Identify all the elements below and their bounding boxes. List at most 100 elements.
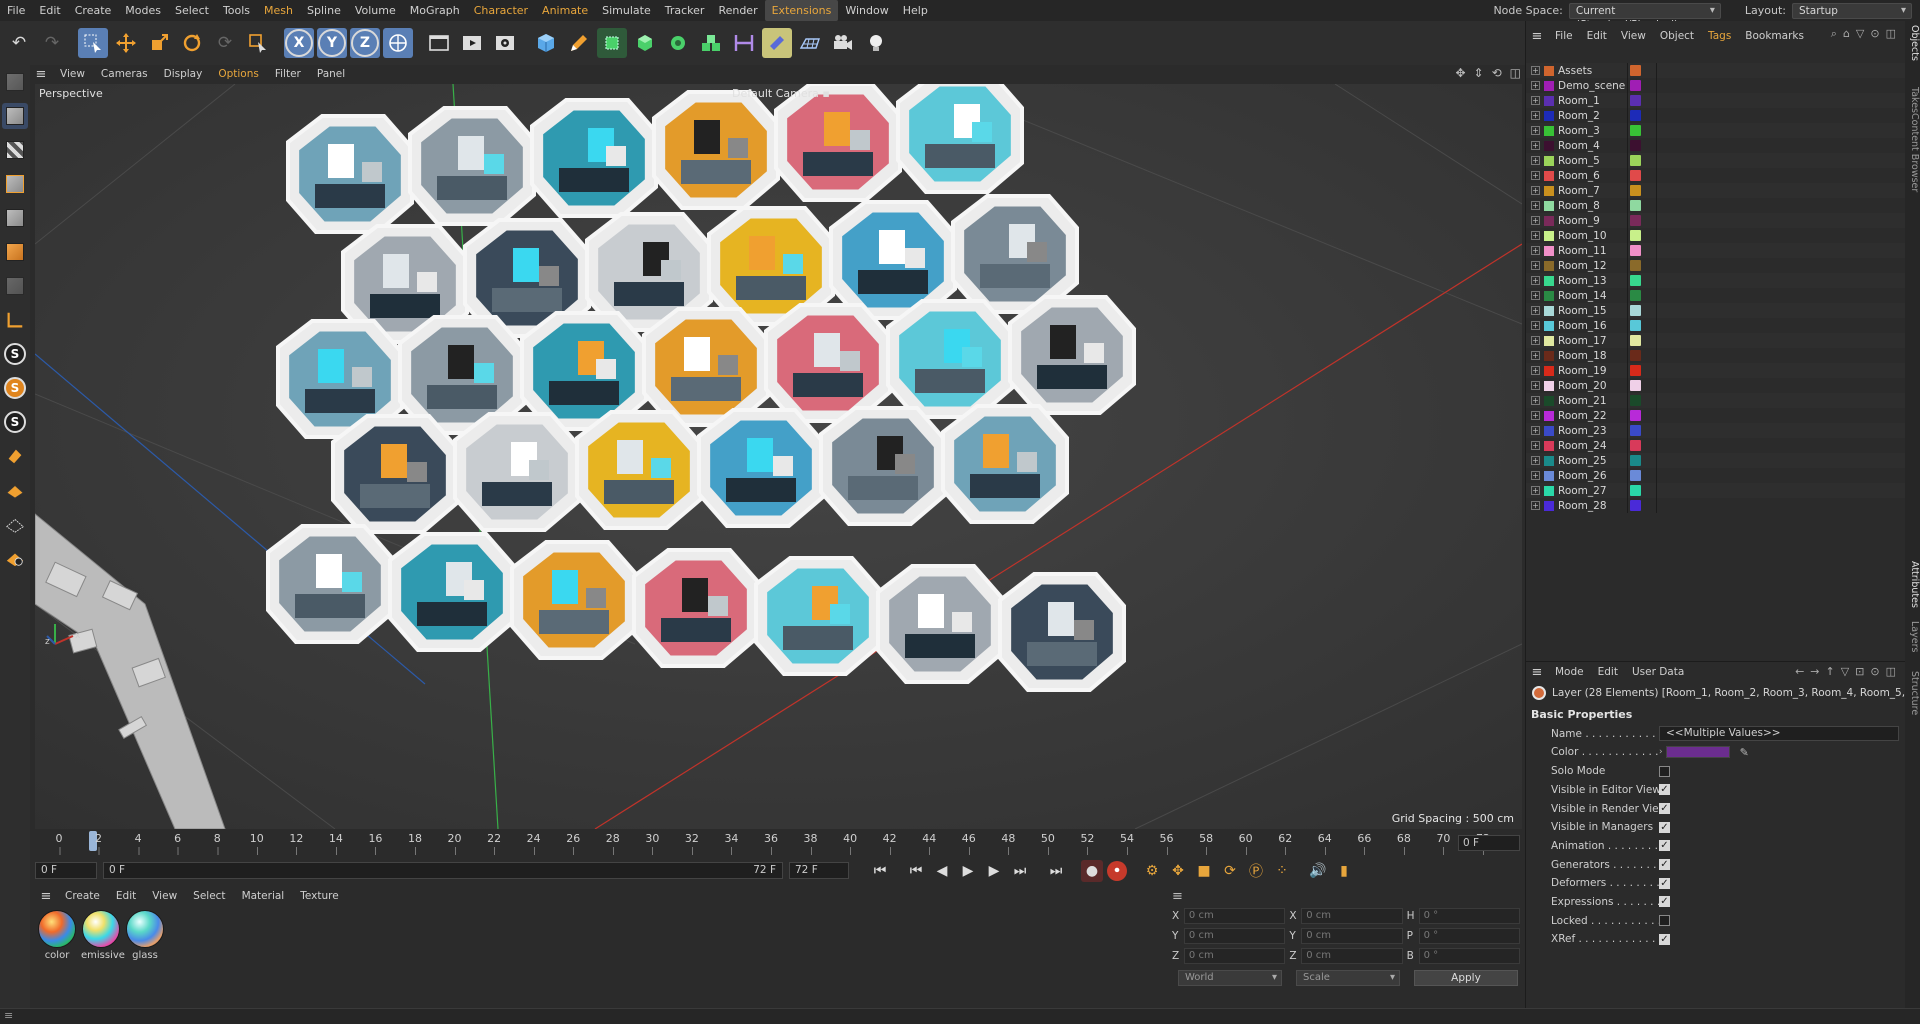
menu-render[interactable]: Render: [711, 0, 764, 21]
rotation-field[interactable]: 0 °: [1418, 948, 1520, 964]
record-active-icon[interactable]: ●: [1081, 859, 1103, 882]
pen-spline-icon[interactable]: [564, 28, 594, 58]
scale-tool-icon[interactable]: [144, 28, 174, 58]
menu-spline[interactable]: Spline: [300, 0, 348, 21]
render-settings-icon[interactable]: [490, 28, 520, 58]
undo-icon[interactable]: ↶: [4, 28, 34, 58]
expand-toggle[interactable]: +: [1531, 261, 1540, 270]
object-name[interactable]: Room_19: [1558, 365, 1622, 377]
attribute-menu-user-data[interactable]: User Data: [1625, 666, 1691, 678]
object-row-room-26[interactable]: + Room_26: [1526, 468, 1906, 483]
object-name[interactable]: Room_4: [1558, 140, 1622, 152]
layer-color-swatch[interactable]: [1630, 395, 1641, 406]
layer-color-swatch[interactable]: [1630, 185, 1641, 196]
object-row-room-19[interactable]: + Room_19: [1526, 363, 1906, 378]
layer-color-swatch[interactable]: [1630, 455, 1641, 466]
menu-extensions[interactable]: Extensions: [764, 0, 839, 21]
attribute-nav-icons[interactable]: ←→↑▽⊡⊙◫: [1795, 665, 1902, 678]
expand-toggle[interactable]: +: [1531, 126, 1540, 135]
camera-icon[interactable]: [828, 28, 858, 58]
object-row-room-22[interactable]: + Room_22: [1526, 408, 1906, 423]
layer-color-swatch[interactable]: [1630, 365, 1641, 376]
object-row-room-4[interactable]: + Room_4: [1526, 138, 1906, 153]
object-name[interactable]: Room_14: [1558, 290, 1622, 302]
object-name[interactable]: Room_17: [1558, 335, 1622, 347]
option-checkbox[interactable]: ✓: [1659, 933, 1670, 945]
start-frame-field[interactable]: 0 F: [35, 862, 97, 879]
layer-color-swatch[interactable]: [1630, 275, 1641, 286]
object-name[interactable]: Room_18: [1558, 350, 1622, 362]
object-name[interactable]: Room_5: [1558, 155, 1622, 167]
object-row-room-10[interactable]: + Room_10: [1526, 228, 1906, 243]
layer-color-swatch[interactable]: [1630, 470, 1641, 481]
next-frame-icon[interactable]: ▶: [983, 860, 1005, 882]
viewport-menu-options[interactable]: Options: [210, 68, 267, 80]
material-color[interactable]: color: [37, 908, 77, 1006]
object-row-room-20[interactable]: + Room_20: [1526, 378, 1906, 393]
option-checkbox[interactable]: [1659, 915, 1670, 927]
rotation-field[interactable]: 0 °: [1418, 908, 1520, 924]
prev-frame-icon[interactable]: ◀: [931, 860, 953, 882]
layer-color-swatch[interactable]: [1630, 155, 1641, 166]
node-space-dropdown[interactable]: Current (Standard/Physical): [1568, 2, 1721, 31]
lock-workplane-icon[interactable]: [2, 511, 28, 537]
object-name[interactable]: Room_27: [1558, 485, 1622, 497]
expand-toggle[interactable]: +: [1531, 201, 1540, 210]
layer-color-swatch[interactable]: [1630, 80, 1641, 91]
layer-color-swatch[interactable]: [1630, 425, 1641, 436]
option-checkbox[interactable]: ✓: [1659, 784, 1670, 796]
material-emissive[interactable]: emissive: [81, 908, 125, 1006]
expand-toggle[interactable]: +: [1531, 381, 1540, 390]
layer-color-swatch[interactable]: [1630, 290, 1641, 301]
menu-mesh[interactable]: Mesh: [257, 0, 300, 21]
go-to-end-icon[interactable]: ⏭: [1045, 860, 1067, 882]
object-name[interactable]: Demo_scene: [1558, 80, 1625, 92]
material-menu-edit[interactable]: Edit: [108, 890, 144, 902]
timeline-ruler[interactable]: 0 2 4 6 8 10 12 14 16 18 20 22 24 26 28 30 32 34 36 38 40 42 4…: [35, 829, 1522, 857]
side-tab-objects[interactable]: Objects: [1905, 25, 1920, 61]
expand-toggle[interactable]: +: [1531, 351, 1540, 360]
material-menu-select[interactable]: Select: [185, 890, 233, 902]
lasso-select-icon[interactable]: [243, 28, 273, 58]
coordinate-system-icon[interactable]: [383, 28, 413, 58]
layer-color-swatch[interactable]: [1630, 380, 1641, 391]
expand-toggle[interactable]: +: [1531, 66, 1540, 75]
side-tab-layers[interactable]: Layers: [1905, 621, 1920, 652]
object-name[interactable]: Room_16: [1558, 320, 1622, 332]
scale-field[interactable]: 0 cm: [1301, 948, 1403, 964]
object-row-room-11[interactable]: + Room_11: [1526, 243, 1906, 258]
layer-color-swatch[interactable]: [1630, 485, 1641, 496]
axis-mode-icon[interactable]: [2, 307, 28, 333]
object-menu-view[interactable]: View: [1614, 30, 1653, 42]
object-row-room-17[interactable]: + Room_17: [1526, 333, 1906, 348]
light-icon[interactable]: [861, 28, 891, 58]
option-checkbox[interactable]: ✓: [1659, 877, 1670, 889]
autokey-icon[interactable]: ⏺: [1107, 860, 1127, 881]
symmetry-icon[interactable]: [2, 545, 28, 571]
option-checkbox[interactable]: ✓: [1659, 821, 1670, 833]
object-name[interactable]: Room_26: [1558, 470, 1622, 482]
menu-edit[interactable]: Edit: [32, 0, 67, 21]
option-checkbox[interactable]: ✓: [1659, 896, 1670, 908]
scale-field[interactable]: 0 cm: [1301, 928, 1403, 944]
redo-icon[interactable]: ↷: [37, 28, 67, 58]
expand-toggle[interactable]: +: [1531, 216, 1540, 225]
go-to-start-icon[interactable]: ⏮: [869, 860, 891, 882]
toggle-views-icon[interactable]: ◫: [1510, 66, 1521, 80]
points-mode-icon[interactable]: [2, 171, 28, 197]
layer-color-swatch[interactable]: [1630, 110, 1641, 121]
select-tool-icon[interactable]: [78, 28, 108, 58]
layer-color-swatch[interactable]: [1630, 500, 1641, 511]
layer-color-swatch[interactable]: [1630, 215, 1641, 226]
cloner-icon[interactable]: [663, 28, 693, 58]
object-menu-file[interactable]: File: [1548, 30, 1580, 42]
menu-file[interactable]: File: [0, 0, 32, 21]
layer-color-swatch[interactable]: [1630, 320, 1641, 331]
object-row-room-18[interactable]: + Room_18: [1526, 348, 1906, 363]
viewport-menu-view[interactable]: View: [52, 68, 93, 80]
object-menu-tags[interactable]: Tags: [1701, 30, 1738, 42]
object-row-room-3[interactable]: + Room_3: [1526, 123, 1906, 138]
layer-color-swatch[interactable]: [1630, 200, 1641, 211]
zoom-icon[interactable]: ⇕: [1474, 66, 1484, 80]
keyframe-selection-icon[interactable]: ⚙: [1141, 860, 1163, 882]
